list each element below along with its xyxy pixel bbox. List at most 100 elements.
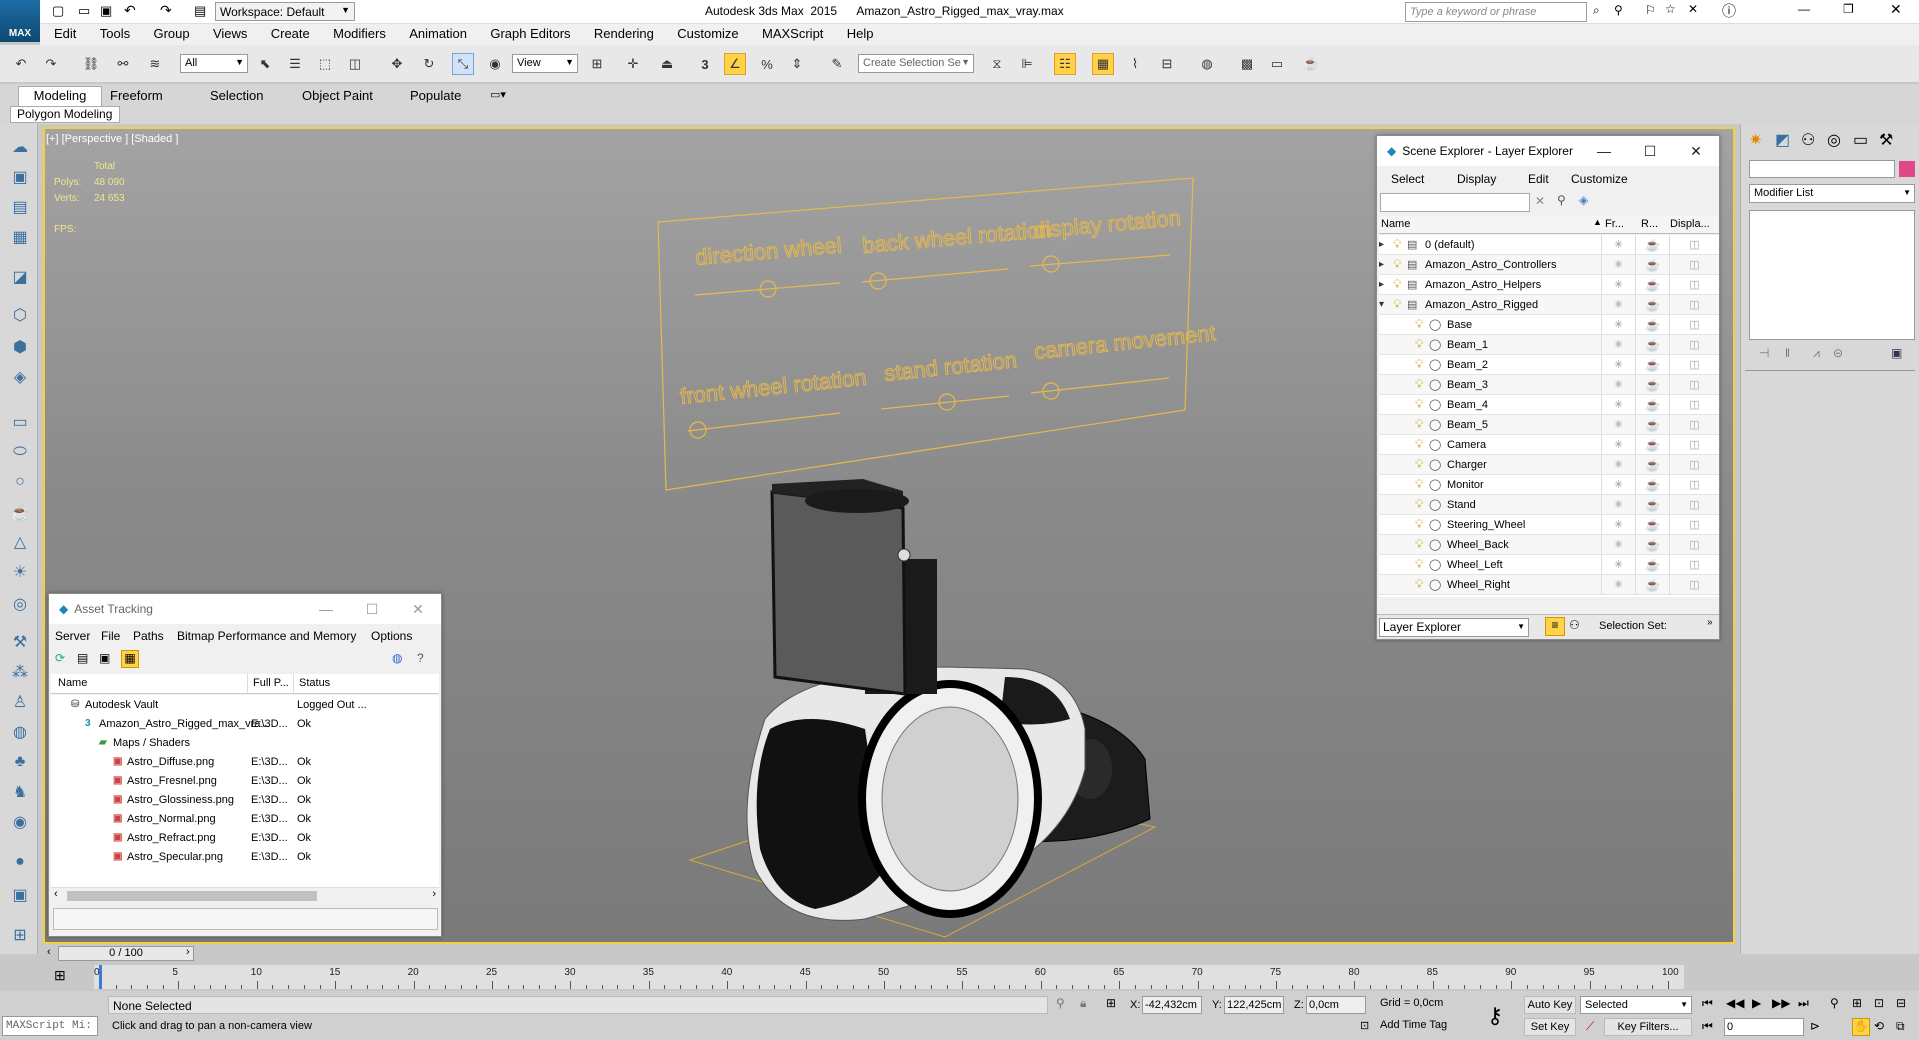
display-box-icon[interactable]: ◫ [1669, 235, 1719, 255]
freeze-icon[interactable]: ✳ [1601, 274, 1635, 295]
scene-explorer-maximize-icon[interactable]: ☐ [1627, 136, 1673, 166]
modifier-stack[interactable] [1749, 210, 1915, 340]
asset-tracking-window[interactable]: ◆ Asset Tracking — ☐ ✕ Server File Paths… [48, 593, 442, 937]
asset-close-icon[interactable]: ✕ [395, 594, 441, 624]
material-icon[interactable]: ◈ [6, 364, 34, 390]
freeze-icon[interactable]: ✳ [1601, 534, 1635, 555]
display-box-icon[interactable]: ◫ [1669, 254, 1719, 275]
layer-name[interactable]: 0 (default) [1425, 239, 1475, 251]
freeze-icon[interactable]: ✳ [1601, 254, 1635, 275]
unlink-icon[interactable]: ⚯ [112, 53, 134, 75]
bulb-icon[interactable]: 💡︎ [1415, 357, 1423, 372]
menu-tools[interactable]: Tools [90, 24, 140, 44]
bulb-icon[interactable]: 💡︎ [1415, 537, 1423, 552]
asset-menu-file[interactable]: File [101, 629, 120, 643]
rect-selection-icon[interactable]: ⬚ [314, 53, 336, 75]
layer-row[interactable]: ▾ 💡︎ ▤ Amazon_Astro_Rigged ✳ ☕ ◫ [1379, 294, 1719, 315]
scene-menu-display[interactable]: Display [1457, 172, 1496, 186]
col-name[interactable]: Name [1381, 218, 1410, 230]
scene-menu-customize[interactable]: Customize [1571, 172, 1628, 186]
bulb-icon[interactable]: 💡︎ [1415, 457, 1423, 472]
display-box-icon[interactable]: ◫ [1669, 434, 1719, 455]
configure-sets-icon[interactable]: ▣ [1891, 346, 1902, 360]
plant-icon[interactable]: ♣ [6, 749, 34, 775]
isolate-icon[interactable]: ⚲ [1056, 996, 1065, 1010]
target-icon[interactable]: ◉ [6, 809, 34, 835]
menu-modifiers[interactable]: Modifiers [323, 24, 396, 44]
expand-arrow-icon[interactable]: ▸ [1379, 259, 1384, 270]
menu-group[interactable]: Group [143, 24, 199, 44]
asset-col-status[interactable]: Status [299, 677, 330, 689]
layer-row[interactable]: 💡︎ ◯ Steering_Wheel ✳ ☕ ◫ [1379, 514, 1719, 535]
select-manipulate-icon[interactable]: ✛ [622, 53, 644, 75]
display-box-icon[interactable]: ◫ [1669, 274, 1719, 295]
display-box-icon[interactable]: ◫ [1669, 374, 1719, 395]
display-box-icon[interactable]: ◫ [1669, 294, 1719, 315]
key-mode-dropdown[interactable]: Selected ▼ [1580, 996, 1692, 1014]
clear-find-icon[interactable]: ✕ [1535, 194, 1545, 208]
bulb-icon[interactable]: 💡︎ [1393, 277, 1401, 292]
bulb-icon[interactable]: 💡︎ [1393, 257, 1401, 272]
asset-row[interactable]: ▣ Astro_Refract.png E:\3D... Ok [51, 828, 439, 847]
hierarchy-toggle-icon[interactable]: ⚇ [1569, 618, 1580, 632]
freeze-icon[interactable]: ✳ [1601, 434, 1635, 455]
bulb-icon[interactable]: 💡︎ [1393, 297, 1401, 312]
asset-row[interactable]: 3 Amazon_Astro_Rigged_max_vra... E:\3D... O… [51, 714, 439, 733]
workspace-dropdown[interactable]: Workspace: Default ▼ [215, 2, 355, 21]
ribbon-tab-populate[interactable]: Populate [410, 88, 461, 103]
col-freeze[interactable]: Fr... [1605, 218, 1624, 230]
zoom-icon[interactable]: ⚲ [1830, 996, 1839, 1010]
display-box-icon[interactable]: ◫ [1669, 334, 1719, 355]
render-teapot-icon[interactable]: ☕ [1635, 334, 1669, 355]
time-cursor[interactable] [99, 965, 102, 989]
absolute-mode-icon[interactable]: ⊞ [1106, 996, 1116, 1010]
open-file-icon[interactable]: ▭ [78, 3, 90, 19]
layer-name[interactable]: Beam_5 [1447, 419, 1488, 431]
list-view-icon[interactable]: ▤ [77, 651, 88, 665]
layer-row[interactable]: 💡︎ ◯ Wheel_Back ✳ ☕ ◫ [1379, 534, 1719, 555]
blue-sphere-icon[interactable]: ● [6, 849, 34, 875]
layer-name[interactable]: Stand [1447, 499, 1476, 511]
modify-tab-icon[interactable]: ◩ [1775, 130, 1790, 150]
layer-name[interactable]: Wheel_Left [1447, 559, 1503, 571]
bulb-icon[interactable]: 💡︎ [1415, 577, 1423, 592]
display-box-icon[interactable]: ◫ [1669, 314, 1719, 335]
expand-footer-icon[interactable]: » [1707, 617, 1713, 628]
fov-icon[interactable]: ⊳ [1810, 1019, 1820, 1033]
selection-filter-dropdown[interactable]: All ▼ [180, 54, 248, 73]
asset-row[interactable]: ▣ Astro_Glossiness.png E:\3D... Ok [51, 790, 439, 809]
key-filters-button[interactable]: Key Filters... [1604, 1018, 1692, 1036]
render-view-icon[interactable]: ▣ [6, 882, 34, 908]
expand-arrow-icon[interactable]: ▾ [1379, 299, 1384, 310]
render-setup-icon[interactable]: ▩ [1236, 53, 1258, 75]
scene-explorer-close-icon[interactable]: ✕ [1673, 136, 1719, 166]
set-key-icon[interactable]: ⟋ [1586, 1019, 1594, 1034]
freeze-icon[interactable]: ✳ [1601, 454, 1635, 475]
geo-sphere-icon[interactable]: ○ [6, 469, 34, 495]
time-prev-icon[interactable]: ‹ [47, 946, 51, 958]
grid-icon[interactable]: ▦ [6, 224, 34, 250]
display-box-icon[interactable]: ◫ [1669, 554, 1719, 575]
layer-row[interactable]: 💡︎ ◯ Monitor ✳ ☕ ◫ [1379, 474, 1719, 495]
expand-arrow-icon[interactable]: ▸ [1379, 239, 1384, 250]
goto-start-icon[interactable]: ⏮ [1702, 996, 1713, 1011]
asset-name[interactable]: Astro_Fresnel.png [127, 775, 217, 787]
ribbon-tab-selection[interactable]: Selection [210, 88, 263, 103]
layer-name[interactable]: Camera [1447, 439, 1486, 451]
freeze-icon[interactable]: ✳ [1601, 494, 1635, 515]
display-tab-icon[interactable]: ▭ [1853, 130, 1868, 150]
refresh-icon[interactable]: ⟳ [55, 651, 65, 665]
layer-row[interactable]: 💡︎ ◯ Wheel_Right ✳ ☕ ◫ [1379, 574, 1719, 595]
asset-col-name[interactable]: Name [58, 677, 87, 689]
render-teapot-icon[interactable]: ☕ [1635, 454, 1669, 475]
render-teapot-icon[interactable]: ☕ [1300, 53, 1322, 75]
orbit-icon[interactable]: ⟲ [1874, 1019, 1884, 1033]
track-bar[interactable]: ⊞ 0 5 10 15 20 25 30 35 40 45 50 55 60 65 70 75 80 85 90 95… [0, 963, 1919, 991]
layer-row[interactable]: 💡︎ ◯ Beam_5 ✳ ☕ ◫ [1379, 414, 1719, 435]
scene-menu-edit[interactable]: Edit [1528, 172, 1549, 186]
display-box-icon[interactable]: ◫ [1669, 534, 1719, 555]
layer-name[interactable]: Amazon_Astro_Helpers [1425, 279, 1541, 291]
col-render[interactable]: R... [1641, 218, 1658, 230]
menu-animation[interactable]: Animation [399, 24, 477, 44]
layer-row[interactable]: ▸ 💡︎ ▤ 0 (default) ✳ ☕ ◫ [1379, 235, 1719, 255]
